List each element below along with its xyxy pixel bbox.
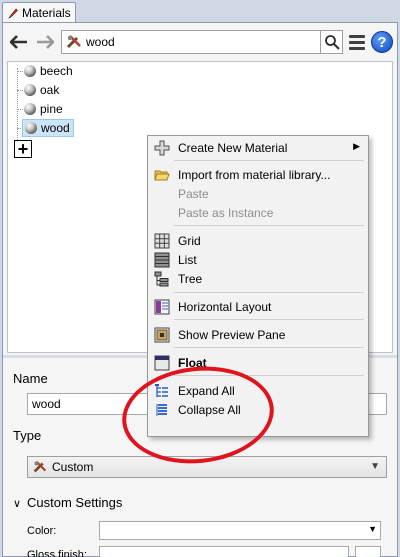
arrow-left-icon — [10, 35, 27, 49]
tree-item-oak[interactable]: oak — [22, 81, 62, 99]
forward-button[interactable] — [35, 32, 55, 52]
tree-item-wood[interactable]: wood — [22, 119, 74, 137]
tree-item-label: pine — [40, 102, 63, 116]
tree-item-label: beech — [40, 64, 73, 78]
menu-item-grid[interactable]: Grid — [150, 231, 366, 250]
menu-item-import[interactable]: Import from material library... — [150, 165, 366, 184]
brush-icon — [8, 8, 18, 19]
type-select[interactable]: Custom ▼ — [27, 456, 387, 478]
submenu-arrow-icon: ▶ — [353, 141, 360, 151]
search-box — [61, 30, 343, 54]
tab-strip: Materials — [0, 0, 400, 23]
hamburger-line — [349, 46, 365, 50]
menu-item-label: Expand All — [178, 384, 235, 398]
tree-item-beech[interactable]: beech — [22, 62, 76, 80]
material-type-icon — [33, 460, 47, 473]
chevron-down-icon: ▼ — [368, 524, 377, 534]
menu-item-expand-all[interactable]: Expand All — [150, 381, 366, 400]
menu-separator — [174, 225, 364, 226]
material-sphere-icon — [25, 122, 37, 134]
menu-item-collapse-all[interactable]: Collapse All — [150, 400, 366, 419]
menu-item-paste[interactable]: Paste — [150, 184, 366, 203]
gloss-slider[interactable] — [99, 546, 349, 557]
grid-icon — [154, 233, 170, 249]
hamburger-icon — [349, 34, 365, 38]
collapse-all-icon — [156, 404, 167, 416]
menu-item-list[interactable]: List — [150, 250, 366, 269]
color-field[interactable]: ▼ — [99, 521, 381, 540]
material-sphere-icon — [24, 65, 36, 77]
type-value: Custom — [52, 460, 94, 474]
tab-label: Materials — [22, 6, 71, 20]
tree-icon — [154, 271, 169, 287]
color-label: Color: — [27, 525, 57, 537]
menu-item-float[interactable]: Float — [150, 353, 366, 372]
gloss-label: Gloss finish: — [27, 549, 87, 557]
menu-item-create-new-material[interactable]: Create New Material ▶ — [150, 138, 366, 157]
tree-connector — [17, 68, 18, 140]
menu-item-label: Paste — [178, 187, 209, 201]
menu-item-tree[interactable]: Tree — [150, 269, 366, 288]
menu-separator — [174, 319, 364, 320]
context-menu: Create New Material ▶ Import from materi… — [147, 135, 369, 437]
menu-item-label: Import from material library... — [178, 168, 331, 182]
expand-all-icon — [155, 384, 168, 397]
arrow-right-icon — [37, 35, 54, 49]
menu-separator — [174, 375, 364, 376]
chevron-down-icon: ▼ — [370, 461, 380, 472]
menu-separator — [174, 347, 364, 348]
material-icon — [66, 34, 82, 50]
menu-item-label: Horizontal Layout — [178, 300, 272, 314]
plus-icon — [154, 140, 170, 156]
search-input[interactable] — [86, 35, 316, 49]
menu-item-paste-as-instance[interactable]: Paste as Instance — [150, 203, 366, 222]
menu-item-label: Create New Material — [178, 141, 288, 155]
type-label: Type — [13, 428, 42, 443]
horizontal-layout-icon — [154, 299, 170, 315]
tree-item-label: oak — [40, 83, 60, 97]
menu-item-show-preview-pane[interactable]: Show Preview Pane — [150, 325, 366, 344]
gloss-value-field[interactable] — [355, 546, 381, 557]
preview-pane-icon — [154, 327, 170, 343]
menu-separator — [174, 160, 364, 161]
details-menu-button[interactable] — [347, 32, 367, 52]
toolbar: ? — [3, 23, 397, 61]
search-icon — [324, 35, 340, 50]
tree-item-pine[interactable]: pine — [22, 100, 66, 118]
material-sphere-icon — [24, 103, 36, 115]
custom-settings-label: Custom Settings — [27, 495, 123, 510]
menu-item-horizontal-layout[interactable]: Horizontal Layout — [150, 297, 366, 316]
folder-open-icon — [154, 170, 170, 181]
tab-materials[interactable]: Materials — [2, 2, 76, 23]
tree-item-label: wood — [41, 121, 70, 135]
float-window-icon — [154, 355, 170, 371]
list-icon — [154, 252, 170, 268]
search-button[interactable] — [320, 31, 342, 53]
menu-item-label: Show Preview Pane — [178, 328, 286, 342]
menu-separator — [174, 292, 364, 293]
menu-item-label: List — [178, 253, 197, 267]
name-label: Name — [13, 371, 48, 386]
menu-item-label: Collapse All — [178, 403, 241, 417]
back-button[interactable] — [9, 32, 29, 52]
chevron-down-icon[interactable]: ∨ — [13, 497, 21, 510]
menu-item-label: Grid — [178, 234, 201, 248]
menu-item-label: Tree — [178, 272, 203, 286]
menu-item-label: Paste as Instance — [178, 206, 274, 220]
add-material-button[interactable]: + — [14, 140, 32, 158]
hamburger-line — [349, 40, 365, 44]
material-sphere-icon — [24, 84, 36, 96]
help-button[interactable]: ? — [371, 31, 393, 53]
menu-item-label: Float — [178, 356, 207, 370]
